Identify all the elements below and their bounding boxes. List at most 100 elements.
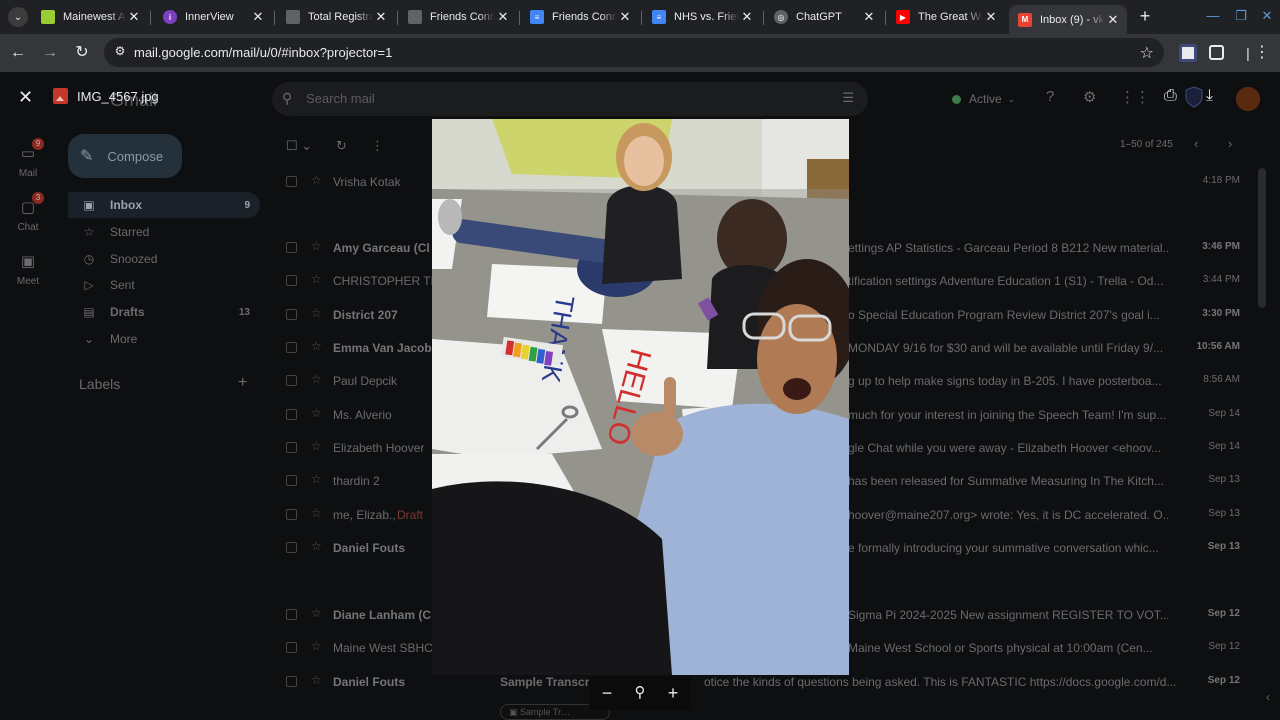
star-icon[interactable]: ☆ — [311, 673, 322, 687]
tab-total-registration[interactable]: Total Registrat ✕ — [277, 4, 395, 30]
folder-drafts[interactable]: ▤ Drafts 13 — [68, 299, 260, 325]
window-close-icon[interactable]: ✕ — [1254, 6, 1280, 26]
zoom-reset-magnifier-icon[interactable]: ⚲ — [628, 681, 652, 705]
star-icon[interactable]: ☆ — [311, 606, 322, 620]
tab-youtube[interactable]: ▶ The Great Wa ✕ — [887, 4, 1005, 30]
tab-friends-connect-2[interactable]: ≡ Friends Conne ✕ — [521, 4, 639, 30]
row-checkbox[interactable] — [286, 475, 297, 486]
rail-meet[interactable]: ▣ Meet — [8, 252, 48, 287]
star-icon[interactable]: ☆ — [311, 372, 322, 386]
close-icon[interactable]: ✕ — [495, 9, 511, 25]
folder-snoozed[interactable]: ◷ Snoozed — [68, 246, 260, 272]
select-all-checkbox[interactable]: ☐ ⌄ — [286, 138, 312, 154]
tab-nhs-vs-friends[interactable]: ≡ NHS vs. Frien ✕ — [643, 4, 761, 30]
row-checkbox[interactable] — [286, 375, 297, 386]
close-icon[interactable]: ✕ — [983, 9, 999, 25]
more-vert-icon[interactable]: ⋮ — [1252, 43, 1272, 63]
star-icon[interactable]: ☆ — [311, 639, 322, 653]
tab-innerview[interactable]: i InnerView ✕ — [154, 4, 272, 30]
status-active-dropdown[interactable]: Active ⌄ — [944, 86, 1023, 112]
bookmark-star-icon[interactable]: ☆ — [1140, 43, 1154, 63]
email-date: 3:46 PM — [1202, 241, 1240, 252]
star-icon[interactable]: ☆ — [311, 539, 322, 553]
star-icon[interactable]: ☆ — [311, 339, 322, 353]
star-icon[interactable]: ☆ — [311, 439, 322, 453]
row-checkbox[interactable] — [286, 442, 297, 453]
site-settings-icon[interactable]: ⚙ — [112, 44, 128, 60]
back-arrow-icon[interactable]: ← — [8, 43, 28, 63]
star-icon[interactable]: ☆ — [311, 239, 322, 253]
email-sender: Elizabeth Hoover — [333, 441, 425, 455]
row-checkbox[interactable] — [286, 542, 297, 553]
refresh-icon[interactable]: ↻ — [336, 138, 347, 154]
filter-options-icon[interactable]: ☰ — [842, 90, 854, 106]
row-checkbox[interactable] — [286, 409, 297, 420]
chevron-down-icon: ⌄ — [83, 332, 95, 346]
row-checkbox[interactable] — [286, 509, 297, 520]
email-sender: Amy Garceau (Cl — [333, 241, 430, 255]
row-checkbox[interactable] — [286, 176, 297, 187]
email-snippet: has been released for Summative Measurin… — [848, 474, 1164, 488]
folder-starred[interactable]: ☆ Starred — [68, 219, 260, 245]
prev-page-chevron-icon[interactable]: ‹ — [1194, 136, 1198, 151]
minimize-icon[interactable]: — — [1200, 6, 1226, 26]
tab-chatgpt[interactable]: ◎ ChatGPT ✕ — [765, 4, 883, 30]
row-checkbox[interactable] — [286, 309, 297, 320]
tab-inbox[interactable]: M Inbox (9) - vko ✕ — [1009, 5, 1127, 34]
search-icon: ⚲ — [282, 90, 293, 106]
more-vert-icon[interactable]: ⋮ — [371, 138, 384, 154]
search-input[interactable]: Search mail — [306, 91, 375, 106]
email-date: Sep 13 — [1208, 508, 1240, 519]
print-icon[interactable]: ⎙ — [1164, 87, 1177, 105]
forward-arrow-icon[interactable]: → — [40, 43, 60, 63]
help-icon[interactable]: ? — [1046, 88, 1054, 105]
side-panel-chevron-icon[interactable]: ‹ — [1266, 690, 1270, 704]
row-checkbox[interactable] — [286, 342, 297, 353]
close-viewer-icon[interactable]: ✕ — [18, 87, 33, 108]
tab-friends-connect-1[interactable]: Friends Conne ✕ — [399, 4, 517, 30]
settings-gear-icon[interactable]: ⚙ — [1083, 88, 1096, 106]
row-checkbox[interactable] — [286, 275, 297, 286]
email-date: Sep 13 — [1207, 541, 1240, 552]
restore-icon[interactable]: ❐ — [1228, 6, 1254, 26]
zoom-in-plus-icon[interactable]: + — [661, 681, 685, 705]
close-icon[interactable]: ✕ — [1105, 12, 1121, 28]
next-page-chevron-icon[interactable]: › — [1228, 136, 1232, 151]
reload-icon[interactable]: ↻ — [72, 43, 92, 63]
star-icon[interactable]: ☆ — [311, 272, 322, 286]
close-icon[interactable]: ✕ — [861, 9, 877, 25]
star-icon[interactable]: ☆ — [311, 472, 322, 486]
search-mail-bar[interactable]: ⚲ Search mail ☰ — [272, 82, 868, 116]
tab-mainewest[interactable]: Mainewest At ✕ — [32, 4, 148, 30]
close-icon[interactable]: ✕ — [250, 9, 266, 25]
rail-chat[interactable]: ▢ 3 Chat — [8, 192, 48, 233]
avatar[interactable] — [1236, 87, 1260, 111]
star-icon[interactable]: ☆ — [311, 306, 322, 320]
close-icon[interactable]: ✕ — [373, 9, 389, 25]
close-icon[interactable]: ✕ — [739, 9, 755, 25]
folder-more[interactable]: ⌄ More — [68, 326, 260, 352]
folder-inbox[interactable]: ▣ Inbox 9 — [68, 192, 260, 218]
address-bar[interactable]: ⚙ mail.google.com/mail/u/0/#inbox?projec… — [104, 38, 1164, 67]
scrollbar[interactable] — [1258, 168, 1266, 308]
extensions-puzzle-icon[interactable] — [1209, 45, 1224, 60]
add-label-plus-icon[interactable]: + — [238, 374, 247, 392]
star-icon[interactable]: ☆ — [311, 173, 322, 187]
zoom-out-minus-icon[interactable]: − — [595, 681, 619, 705]
extension-shield-icon[interactable] — [1179, 44, 1197, 62]
close-icon[interactable]: ✕ — [617, 9, 633, 25]
rail-mail[interactable]: ▭ 9 Mail — [8, 138, 48, 179]
apps-grid-icon[interactable]: ⋮⋮ — [1120, 88, 1150, 106]
tab-search-chevron-icon[interactable]: ⌄ — [8, 7, 28, 27]
folder-sent[interactable]: ▷ Sent — [68, 272, 260, 298]
row-checkbox[interactable] — [286, 242, 297, 253]
compose-button[interactable]: ✎ Compose — [68, 134, 182, 178]
row-checkbox[interactable] — [286, 609, 297, 620]
star-icon[interactable]: ☆ — [311, 406, 322, 420]
star-icon[interactable]: ☆ — [311, 506, 322, 520]
new-tab-plus-icon[interactable]: + — [1136, 6, 1154, 26]
download-icon[interactable]: ⤓ — [1206, 87, 1213, 105]
row-checkbox[interactable] — [286, 642, 297, 653]
row-checkbox[interactable] — [286, 676, 297, 687]
close-icon[interactable]: ✕ — [126, 9, 142, 25]
